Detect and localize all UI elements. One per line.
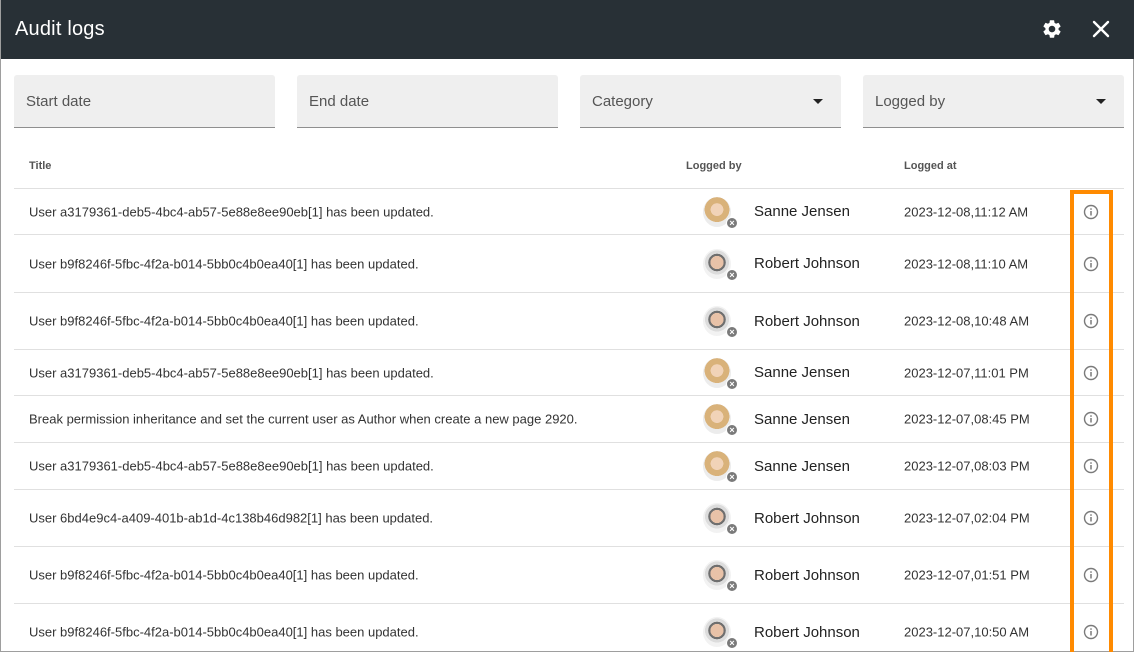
start-date-label: Start date xyxy=(26,93,92,110)
table-header: Title Logged by Logged at xyxy=(14,158,1124,188)
user-name: Robert Johnson xyxy=(754,255,860,272)
log-title: User b9f8246f-5fbc-4f2a-b014-5bb0c4b0ea4… xyxy=(29,256,419,271)
remove-user-icon[interactable]: × xyxy=(726,471,738,483)
user-name: Robert Johnson xyxy=(754,312,860,330)
logged-by-cell: × Sanne Jensen xyxy=(703,404,864,436)
table-row[interactable]: User 6bd4e9c4-a409-401b-ab1d-4c138b46d98… xyxy=(14,490,1124,547)
logged-by-cell: × Robert Johnson xyxy=(703,560,864,592)
avatar: × xyxy=(703,503,738,535)
user-name: Robert Johnson xyxy=(754,623,860,641)
log-title: User a3179361-deb5-4bc4-ab57-5e88e8ee90e… xyxy=(29,458,434,474)
column-header-logged-by[interactable]: Logged by xyxy=(686,160,742,172)
user-name: Sanne Jensen xyxy=(754,203,850,220)
logged-by-cell: × Robert Johnson xyxy=(703,617,864,649)
info-icon[interactable] xyxy=(1083,411,1099,427)
user-name: Sanne Jensen xyxy=(754,364,850,381)
log-title: Break permission inheritance and set the… xyxy=(29,411,578,427)
logged-at: 2023-12-07,02:04 PM xyxy=(904,510,1030,526)
logged-by-cell: × Robert Johnson xyxy=(703,306,864,338)
category-label: Category xyxy=(592,93,653,110)
info-icon[interactable] xyxy=(1083,458,1099,474)
logged-by-select[interactable]: Logged by xyxy=(863,75,1124,128)
logged-at: 2023-12-08,11:12 AM xyxy=(904,204,1029,219)
column-header-logged-at[interactable]: Logged at xyxy=(904,160,957,172)
start-date-field[interactable]: Start date xyxy=(14,75,275,128)
table-row[interactable]: User b9f8246f-5fbc-4f2a-b014-5bb0c4b0ea4… xyxy=(14,547,1124,604)
log-title: User 6bd4e9c4-a409-401b-ab1d-4c138b46d98… xyxy=(29,510,434,526)
table-row[interactable]: Break permission inheritance and set the… xyxy=(14,396,1124,443)
log-title: User a3179361-deb5-4bc4-ab57-5e88e8ee90e… xyxy=(29,365,434,380)
logged-by-cell: × Robert Johnson xyxy=(703,503,864,535)
remove-user-icon[interactable]: × xyxy=(726,326,738,338)
avatar: × xyxy=(703,617,738,649)
logged-at: 2023-12-08,10:48 AM xyxy=(904,313,1030,329)
logged-at: 2023-12-08,11:10 AM xyxy=(904,256,1029,271)
table-row[interactable]: User b9f8246f-5fbc-4f2a-b014-5bb0c4b0ea4… xyxy=(14,604,1124,652)
dialog-header: Audit logs xyxy=(1,0,1134,59)
info-icon[interactable] xyxy=(1083,256,1099,272)
avatar: × xyxy=(703,357,738,390)
log-title: User b9f8246f-5fbc-4f2a-b014-5bb0c4b0ea4… xyxy=(29,567,419,583)
avatar: × xyxy=(703,404,738,436)
avatar: × xyxy=(703,451,738,483)
logged-by-label: Logged by xyxy=(875,93,946,110)
logged-at: 2023-12-07,08:03 PM xyxy=(904,458,1030,474)
info-icon[interactable] xyxy=(1083,624,1099,640)
info-icon[interactable] xyxy=(1083,313,1099,329)
dropdown-arrow-icon xyxy=(1096,99,1106,104)
column-header-title[interactable]: Title xyxy=(29,160,51,172)
table-row[interactable]: User a3179361-deb5-4bc4-ab57-5e88e8ee90e… xyxy=(14,350,1124,396)
logged-at: 2023-12-07,01:51 PM xyxy=(904,567,1030,583)
remove-user-icon[interactable]: × xyxy=(726,216,738,229)
user-name: Robert Johnson xyxy=(754,566,860,584)
info-icon[interactable] xyxy=(1083,204,1099,220)
log-title: User b9f8246f-5fbc-4f2a-b014-5bb0c4b0ea4… xyxy=(29,624,419,640)
user-name: Sanne Jensen xyxy=(754,410,850,428)
remove-user-icon[interactable]: × xyxy=(726,268,738,281)
logged-by-cell: × Sanne Jensen xyxy=(703,451,864,483)
info-icon[interactable] xyxy=(1083,567,1099,583)
remove-user-icon[interactable]: × xyxy=(726,580,738,592)
log-title: User a3179361-deb5-4bc4-ab57-5e88e8ee90e… xyxy=(29,204,434,219)
end-date-field[interactable]: End date xyxy=(297,75,558,128)
remove-user-icon[interactable]: × xyxy=(726,523,738,535)
logged-at: 2023-12-07,11:01 PM xyxy=(904,365,1029,380)
avatar: × xyxy=(703,196,738,229)
avatar: × xyxy=(703,306,738,338)
user-name: Sanne Jensen xyxy=(754,457,850,475)
category-select[interactable]: Category xyxy=(580,75,841,128)
table-row[interactable]: User a3179361-deb5-4bc4-ab57-5e88e8ee90e… xyxy=(14,443,1124,490)
info-icon[interactable] xyxy=(1083,365,1099,381)
close-icon[interactable] xyxy=(1087,15,1115,43)
info-icon[interactable] xyxy=(1083,510,1099,526)
logged-by-cell: × Sanne Jensen xyxy=(703,357,864,390)
logged-by-cell: × Sanne Jensen xyxy=(703,196,864,229)
end-date-label: End date xyxy=(309,93,370,110)
logged-at: 2023-12-07,10:50 AM xyxy=(904,624,1030,640)
remove-user-icon[interactable]: × xyxy=(726,377,738,390)
table-row[interactable]: User b9f8246f-5fbc-4f2a-b014-5bb0c4b0ea4… xyxy=(14,293,1124,350)
gear-icon[interactable] xyxy=(1038,15,1066,43)
log-title: User b9f8246f-5fbc-4f2a-b014-5bb0c4b0ea4… xyxy=(29,313,419,329)
dropdown-arrow-icon xyxy=(813,99,823,104)
remove-user-icon[interactable]: × xyxy=(726,637,738,649)
remove-user-icon[interactable]: × xyxy=(726,424,738,436)
table-row[interactable]: User a3179361-deb5-4bc4-ab57-5e88e8ee90e… xyxy=(14,189,1124,235)
audit-log-table: User a3179361-deb5-4bc4-ab57-5e88e8ee90e… xyxy=(14,188,1124,652)
user-name: Robert Johnson xyxy=(754,509,860,527)
audit-logs-dialog: Audit logs Start date End date Category … xyxy=(0,0,1134,652)
logged-by-cell: × Robert Johnson xyxy=(703,248,864,281)
avatar: × xyxy=(703,560,738,592)
avatar: × xyxy=(703,248,738,281)
dialog-title: Audit logs xyxy=(15,18,105,40)
table-row[interactable]: User b9f8246f-5fbc-4f2a-b014-5bb0c4b0ea4… xyxy=(14,235,1124,293)
logged-at: 2023-12-07,08:45 PM xyxy=(904,411,1030,427)
